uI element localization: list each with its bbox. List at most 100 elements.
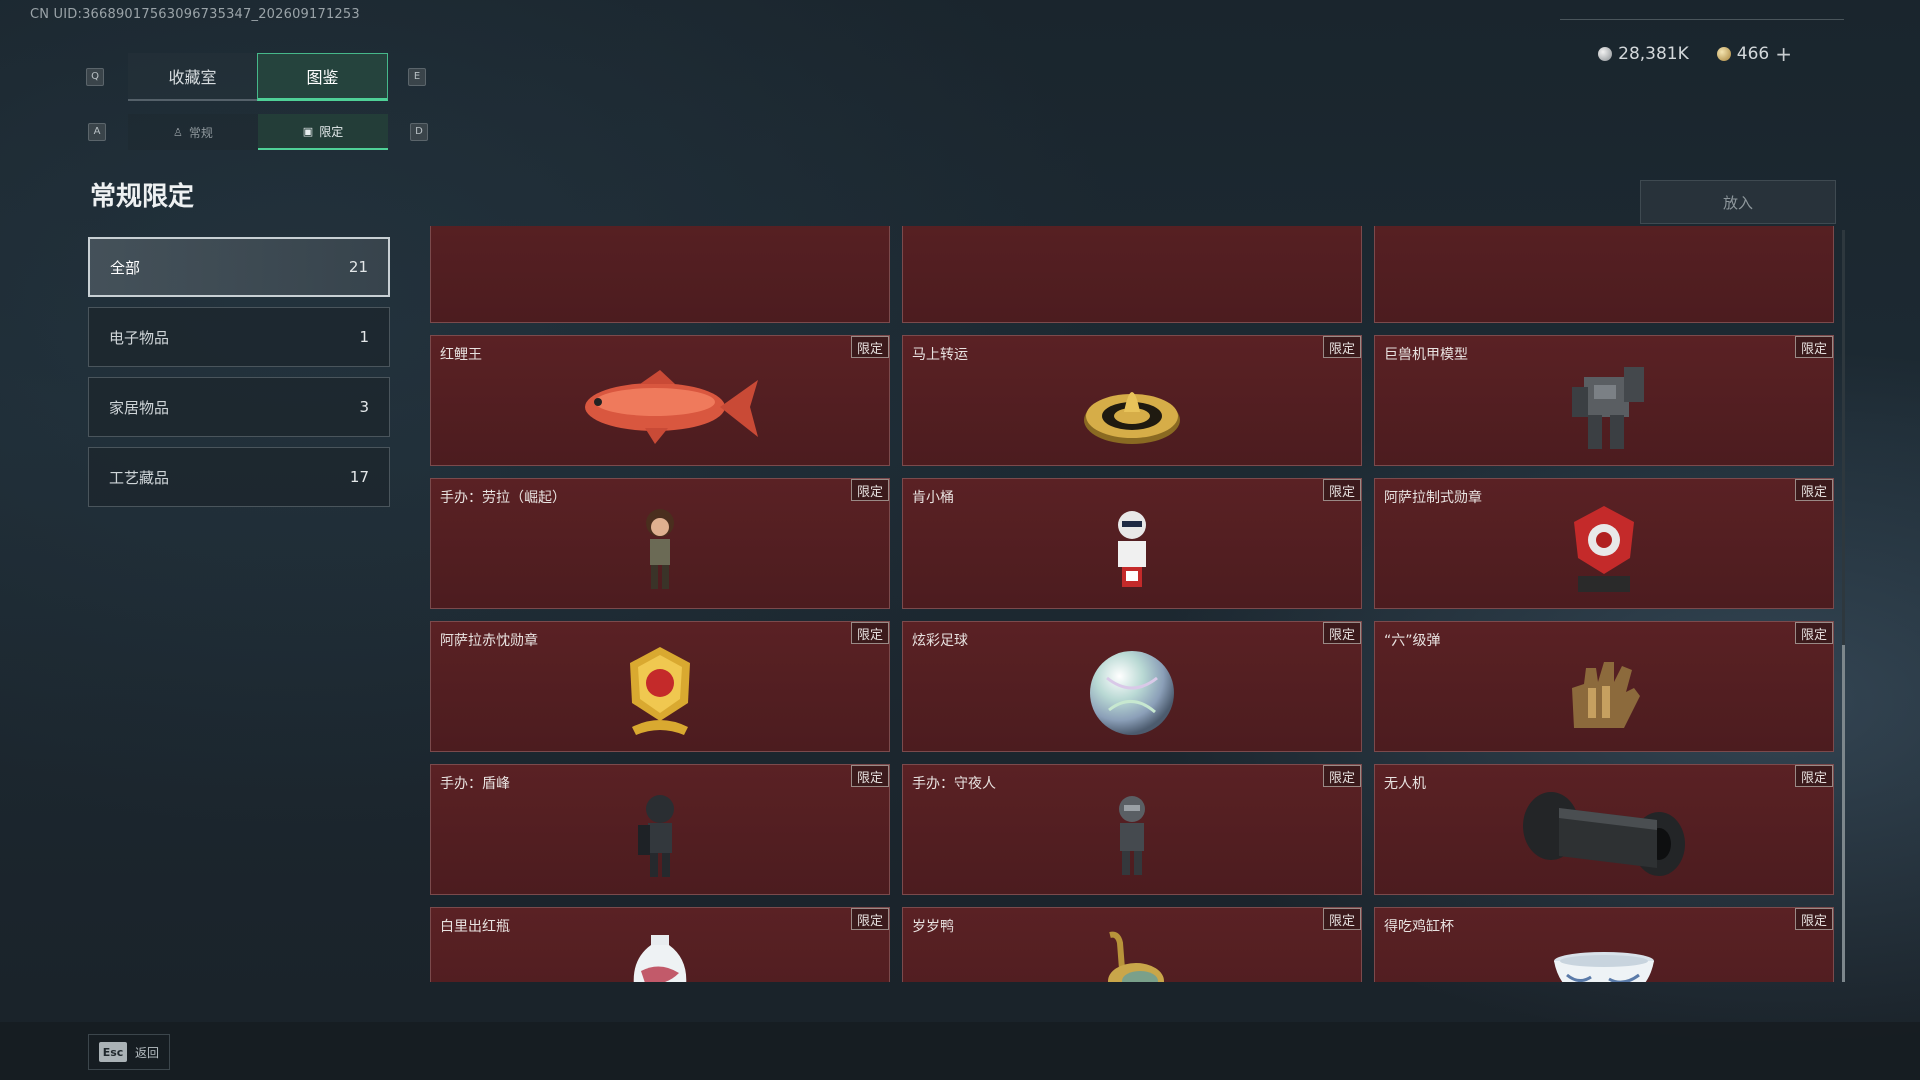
tab-codex[interactable]: 图鉴: [257, 53, 388, 101]
item-card[interactable]: “六”级弹 限定: [1374, 621, 1834, 752]
grid-scrollbar[interactable]: [1842, 230, 1845, 982]
gold-medal-icon: [630, 646, 690, 735]
iridescent-ball-icon: [1090, 650, 1174, 735]
item-name: 阿萨拉制式勋章: [1384, 490, 1482, 506]
silver-currency: 28,381K: [1598, 44, 1689, 64]
red-medal-icon: [1574, 505, 1634, 592]
put-in-button[interactable]: 放入: [1640, 180, 1836, 224]
shield-figure-icon: [638, 794, 674, 877]
silver-coin-icon: [1598, 47, 1613, 61]
back-button[interactable]: Esc 返回: [88, 1034, 170, 1070]
tab-collection-room[interactable]: 收藏室: [128, 53, 257, 101]
category-all[interactable]: 全部 21: [88, 237, 390, 297]
item-card[interactable]: 肯小桶 限定: [902, 478, 1362, 609]
gold-coin-icon: [1716, 47, 1731, 61]
item-card[interactable]: 岁岁鸭 限定: [902, 907, 1362, 982]
item-card[interactable]: 手办：守夜人 限定: [902, 764, 1362, 895]
subtab-regular-label: 常规: [188, 125, 213, 140]
back-label: 返回: [135, 1045, 160, 1060]
item-card[interactable]: 马上转运 限定: [902, 335, 1362, 466]
item-name: 红鲤王: [440, 347, 482, 363]
limited-tag: 限定: [1795, 622, 1833, 644]
item-card[interactable]: 阿萨拉赤忱勋章 限定: [430, 621, 890, 752]
item-card[interactable]: 手办：劳拉（崛起） 限定: [430, 478, 890, 609]
limited-tag: 限定: [851, 479, 889, 501]
item-card[interactable]: [902, 226, 1362, 323]
page-title: 常规限定: [90, 182, 195, 212]
item-name: 巨兽机甲模型: [1384, 347, 1468, 363]
subtab-limited-label: 限定: [319, 124, 344, 139]
limited-tag: 限定: [1323, 479, 1361, 501]
limited-tag: 限定: [851, 765, 889, 787]
item-card[interactable]: [1374, 226, 1834, 323]
limited-tag: 限定: [1323, 622, 1361, 644]
key-hint-e: E: [408, 68, 426, 86]
key-hint-q: Q: [86, 68, 104, 86]
item-name: 岁岁鸭: [912, 919, 954, 935]
limited-tag: 限定: [1323, 908, 1361, 930]
item-grid-viewport: 红鲤王 限定 马上转运 限定 巨兽机甲模型 限定 手办：劳拉（崛起） 限定 肯小…: [430, 226, 1846, 982]
limited-tag: 限定: [851, 622, 889, 644]
item-name: 肯小桶: [912, 490, 954, 506]
item-card[interactable]: [430, 226, 890, 323]
mech-model-icon: [1572, 366, 1644, 449]
silver-amount: 28,381K: [1618, 44, 1689, 64]
picture-icon: ▣: [302, 124, 314, 138]
item-name: 得吃鸡缸杯: [1384, 919, 1454, 935]
category-label: 家居物品: [109, 398, 170, 417]
porcelain-cup-icon: [1554, 951, 1654, 982]
item-card[interactable]: 红鲤王 限定: [430, 335, 890, 466]
category-sidebar: 全部 21 电子物品 1 家居物品 3 工艺藏品 17: [88, 237, 390, 517]
category-home[interactable]: 家居物品 3: [88, 377, 390, 437]
limited-tag: 限定: [1795, 479, 1833, 501]
item-name: 白里出红瓶: [440, 919, 510, 935]
red-carp-icon: [585, 369, 758, 444]
limited-tag: 限定: [1795, 765, 1833, 787]
partial-item-icon: [630, 226, 690, 231]
category-count: 17: [349, 468, 369, 486]
item-name: 无人机: [1384, 776, 1426, 792]
item-name: 手办：盾峰: [440, 776, 510, 792]
currency-bar: 28,381K 466 +: [1598, 42, 1792, 66]
item-card[interactable]: 无人机 限定: [1374, 764, 1834, 895]
uid-text: CN UID:366890175630967353​47_20260917125…: [30, 7, 360, 22]
item-card[interactable]: 手办：盾峰 限定: [430, 764, 890, 895]
limited-tag: 限定: [1323, 336, 1361, 358]
item-name: 马上转运: [912, 347, 968, 363]
golden-wheel-icon: [1084, 391, 1180, 444]
limited-tag: 限定: [1795, 336, 1833, 358]
item-card[interactable]: 得吃鸡缸杯 限定: [1374, 907, 1834, 982]
item-card[interactable]: 巨兽机甲模型 限定: [1374, 335, 1834, 466]
sub-tabs: ♙ 常规 ▣ 限定: [128, 114, 388, 150]
item-name: 手办：守夜人: [912, 776, 996, 792]
category-count: 21: [348, 258, 368, 276]
item-card[interactable]: 炫彩足球 限定: [902, 621, 1362, 752]
night-watch-figure-icon: [1119, 795, 1145, 875]
lara-figure-icon: [646, 508, 674, 589]
key-hint-a: A: [88, 123, 106, 141]
subtab-regular[interactable]: ♙ 常规: [128, 114, 258, 150]
limited-tag: 限定: [851, 908, 889, 930]
porcelain-vase-icon: [633, 934, 687, 982]
category-label: 全部: [110, 258, 141, 277]
drone-roller-icon: [1523, 791, 1685, 876]
item-card[interactable]: 白里出红瓶 限定: [430, 907, 890, 982]
category-label: 工艺藏品: [109, 468, 170, 487]
item-name: “六”级弹: [1384, 633, 1441, 649]
item-grid: 红鲤王 限定 马上转运 限定 巨兽机甲模型 限定 手办：劳拉（崛起） 限定 肯小…: [430, 226, 1834, 982]
category-count: 3: [359, 398, 369, 416]
add-currency-button[interactable]: +: [1775, 42, 1792, 66]
bucket-figure-icon: [1118, 510, 1146, 587]
scrollbar-thumb[interactable]: [1842, 645, 1845, 982]
category-electronics[interactable]: 电子物品 1: [88, 307, 390, 367]
limited-tag: 限定: [1795, 908, 1833, 930]
category-crafts[interactable]: 工艺藏品 17: [88, 447, 390, 507]
limited-tag: 限定: [1323, 765, 1361, 787]
esc-key-hint: Esc: [99, 1042, 127, 1062]
category-count: 1: [359, 328, 369, 346]
gold-amount: 466: [1736, 44, 1770, 64]
subtab-limited[interactable]: ▣ 限定: [258, 114, 388, 150]
item-name: 阿萨拉赤忱勋章: [440, 633, 538, 649]
item-card[interactable]: 阿萨拉制式勋章 限定: [1374, 478, 1834, 609]
figure-icon: ♙: [173, 125, 183, 139]
